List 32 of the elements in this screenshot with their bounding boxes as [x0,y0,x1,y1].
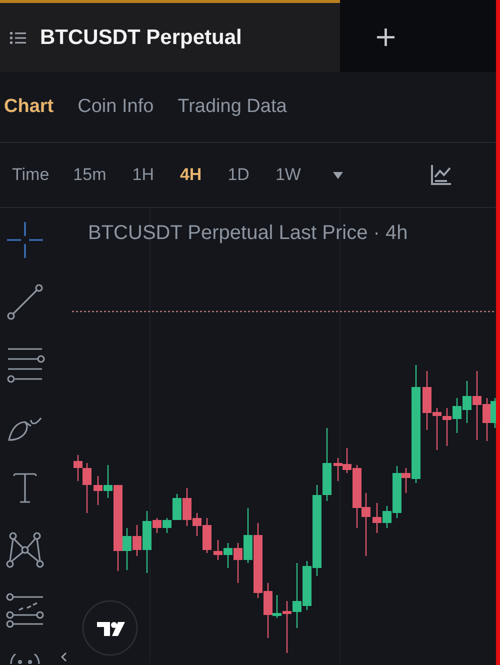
symbol-tab[interactable]: BTCUSDT Perpetual [0,0,340,72]
chart-title: BTCUSDT Perpetual Last Price · 4h [88,222,408,245]
interval-button[interactable]: 1D [228,165,250,185]
candle [452,398,462,433]
candle [244,508,252,563]
symbol-title: BTCUSDT Perpetual [40,26,242,50]
interval-button[interactable]: 15m [73,165,106,185]
interval-button[interactable]: 1W [275,165,301,185]
pattern-icon[interactable] [5,530,45,570]
interval-button[interactable]: 4H [180,165,202,185]
candle [372,503,382,533]
candle [422,371,432,430]
indicator-icon[interactable] [430,164,452,186]
candle [442,408,452,446]
collapse-chevron-icon[interactable] [61,652,67,662]
add-tab-button[interactable]: + [370,20,402,52]
candle [214,540,222,560]
candle [94,476,102,505]
candle [362,493,370,556]
crosshair-icon[interactable] [5,220,45,260]
candle [432,408,442,450]
dropdown-icon[interactable] [332,172,343,178]
candle [292,563,302,628]
time-label: Time [12,165,50,185]
candle [334,458,342,481]
list-icon [10,30,26,44]
logo-icon [82,600,138,656]
interval-button[interactable]: 1H [132,165,154,185]
trend-line-icon[interactable] [5,282,45,322]
tab[interactable]: Chart [4,96,54,118]
tab[interactable]: Coin Info [78,96,154,118]
tab[interactable]: Trading Data [178,96,287,118]
